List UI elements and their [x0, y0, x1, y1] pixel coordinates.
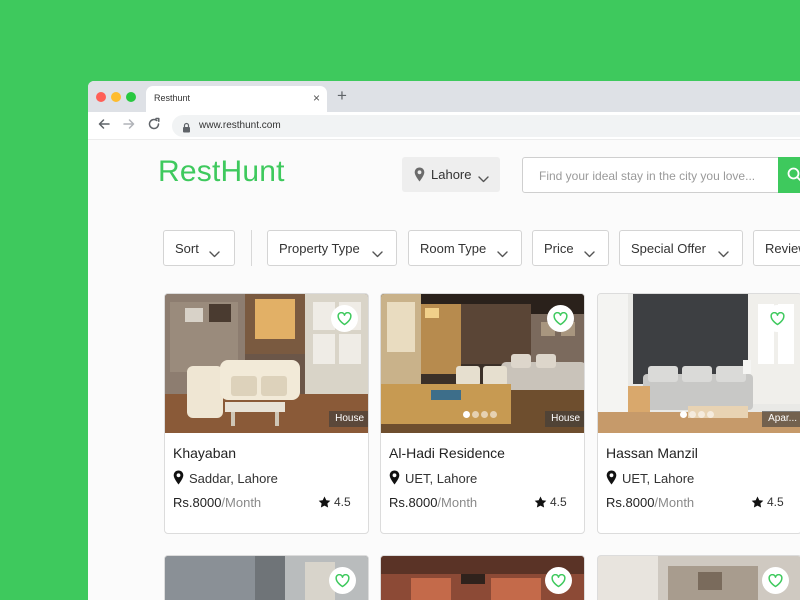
heart-icon	[551, 574, 566, 588]
tab-close-button[interactable]: ×	[313, 91, 320, 105]
browser-tab[interactable]: Resthunt ×	[146, 86, 327, 112]
chevron-down-icon	[497, 245, 508, 263]
favorite-button[interactable]	[545, 567, 572, 594]
chevron-down-icon	[478, 170, 489, 188]
rating-value: 4.5	[334, 495, 351, 509]
listing-rating: 4.5	[751, 495, 791, 511]
browser-toolbar: www.resthunt.com	[88, 112, 800, 140]
chevron-down-icon	[209, 245, 220, 263]
browser-window: Resthunt × + www.resthunt.com RestHunt L…	[88, 81, 800, 600]
tab-strip: Resthunt × +	[88, 81, 800, 112]
listing-card-partial[interactable]	[164, 555, 369, 600]
maximize-window-button[interactable]	[126, 92, 136, 102]
favorite-button[interactable]	[331, 305, 358, 332]
chevron-down-icon	[584, 245, 595, 263]
heart-icon	[335, 574, 350, 588]
property-type-badge: Apar...	[762, 411, 800, 427]
listing-name[interactable]: Hassan Manzil	[606, 445, 698, 461]
reload-icon[interactable]	[147, 117, 161, 136]
minimize-window-button[interactable]	[111, 92, 121, 102]
listing-rating: 4.5	[534, 495, 574, 511]
search-placeholder: Find your ideal stay in the city you lov…	[539, 169, 755, 183]
star-icon	[534, 496, 547, 508]
location-pin-icon	[389, 470, 400, 485]
price-unit: /Month	[437, 495, 477, 510]
star-icon	[751, 496, 764, 508]
listing-price: Rs.8000/Month	[173, 495, 261, 510]
filter-label: Reviews	[765, 241, 800, 256]
tab-title: Resthunt	[154, 93, 190, 103]
favorite-button[interactable]	[547, 305, 574, 332]
property-type-badge: House	[545, 411, 585, 427]
listing-card[interactable]: House Al-Hadi Residence UET, Lahore Rs.8…	[380, 293, 585, 534]
location-text: Saddar, Lahore	[189, 471, 278, 486]
listing-price: Rs.8000/Month	[389, 495, 477, 510]
chevron-down-icon	[718, 245, 729, 263]
heart-icon	[770, 312, 785, 326]
heart-icon	[553, 312, 568, 326]
forward-arrow-icon[interactable]	[122, 117, 136, 136]
favorite-button[interactable]	[764, 305, 791, 332]
search-button[interactable]	[778, 157, 800, 193]
lock-icon	[182, 120, 191, 138]
location-pin-icon	[414, 167, 425, 187]
rating-value: 4.5	[767, 495, 784, 509]
filter-label: Price	[544, 241, 574, 256]
page-content: RestHunt Lahore Find your ideal stay in …	[88, 140, 800, 600]
listing-photo[interactable]: House	[165, 294, 369, 433]
price-amount: Rs.8000	[173, 495, 221, 510]
filter-price[interactable]: Price	[532, 230, 609, 266]
price-amount: Rs.8000	[606, 495, 654, 510]
listing-card-partial[interactable]	[380, 555, 585, 600]
listing-card-partial[interactable]	[597, 555, 800, 600]
listing-card[interactable]: Apar... Hassan Manzil UET, Lahore Rs.800…	[597, 293, 800, 534]
filter-label: Sort	[175, 241, 199, 256]
location-text: UET, Lahore	[405, 471, 477, 486]
favorite-button[interactable]	[329, 567, 356, 594]
listing-price: Rs.8000/Month	[606, 495, 694, 510]
search-input[interactable]: Find your ideal stay in the city you lov…	[522, 157, 782, 193]
star-icon	[318, 496, 331, 508]
filter-label: Special Offer	[631, 241, 706, 256]
filter-room-type[interactable]: Room Type	[408, 230, 522, 266]
filter-reviews[interactable]: Reviews	[753, 230, 800, 266]
back-arrow-icon[interactable]	[97, 117, 111, 136]
rating-value: 4.5	[550, 495, 567, 509]
url-text: www.resthunt.com	[199, 120, 281, 131]
price-unit: /Month	[221, 495, 261, 510]
location-pin-icon	[606, 470, 617, 485]
price-amount: Rs.8000	[389, 495, 437, 510]
listing-name[interactable]: Al-Hadi Residence	[389, 445, 505, 461]
filter-property-type[interactable]: Property Type	[267, 230, 397, 266]
listing-photo[interactable]: House	[381, 294, 585, 433]
chevron-down-icon	[372, 245, 383, 263]
listing-card[interactable]: House Khayaban Saddar, Lahore Rs.8000/Mo…	[164, 293, 369, 534]
filter-label: Property Type	[279, 241, 360, 256]
listing-photo[interactable]: Apar...	[598, 294, 800, 433]
heart-icon	[768, 574, 783, 588]
listing-rating: 4.5	[318, 495, 358, 511]
photo-carousel-dots[interactable]	[463, 405, 499, 423]
city-label: Lahore	[431, 167, 471, 182]
favorite-button[interactable]	[762, 567, 789, 594]
close-window-button[interactable]	[96, 92, 106, 102]
photo-carousel-dots[interactable]	[680, 405, 716, 423]
new-tab-button[interactable]: +	[337, 86, 347, 106]
filter-special-offer[interactable]: Special Offer	[619, 230, 743, 266]
filter-divider	[251, 230, 252, 266]
property-type-badge: House	[329, 411, 369, 427]
address-bar[interactable]: www.resthunt.com	[172, 115, 800, 137]
city-selector[interactable]: Lahore	[402, 157, 500, 192]
filter-label: Room Type	[420, 241, 486, 256]
heart-icon	[337, 312, 352, 326]
price-unit: /Month	[654, 495, 694, 510]
location-pin-icon	[173, 470, 184, 485]
location-text: UET, Lahore	[622, 471, 694, 486]
filter-sort[interactable]: Sort	[163, 230, 235, 266]
site-logo[interactable]: RestHunt	[158, 155, 285, 189]
listing-name[interactable]: Khayaban	[173, 445, 236, 461]
